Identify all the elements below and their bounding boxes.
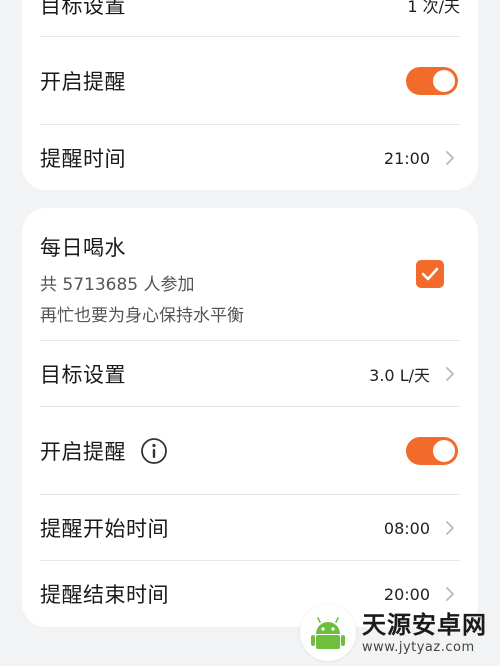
start-time-label: 提醒开始时间 bbox=[40, 517, 169, 541]
toggle-knob bbox=[433, 70, 455, 92]
divider bbox=[40, 36, 460, 37]
divider bbox=[40, 340, 460, 341]
start-time-row[interactable]: 提醒开始时间 08:00 bbox=[40, 510, 460, 546]
reminder-time-row[interactable]: 提醒时间 21:00 bbox=[40, 140, 460, 176]
reminder-toggle-row: 开启提醒 bbox=[40, 60, 460, 102]
info-icon[interactable] bbox=[140, 437, 168, 465]
watermark-title: 天源安卓网 bbox=[362, 611, 487, 639]
chevron-right-icon bbox=[446, 151, 454, 165]
reminder-toggle[interactable] bbox=[406, 67, 458, 95]
chevron-right-icon bbox=[446, 367, 454, 381]
divider bbox=[40, 124, 460, 125]
divider bbox=[40, 494, 460, 495]
checkmark-icon bbox=[421, 267, 439, 281]
site-watermark: 天源安卓网 www.jytyaz.com bbox=[300, 600, 500, 666]
goal-setting-row[interactable]: 目标设置 1 次/天 bbox=[40, 0, 460, 20]
goal-setting-label: 目标设置 bbox=[40, 0, 126, 18]
reminder-toggle[interactable] bbox=[406, 437, 458, 465]
goal-setting-value: 1 次/天 bbox=[407, 0, 460, 16]
end-time-label: 提醒结束时间 bbox=[40, 583, 169, 607]
toggle-knob bbox=[433, 440, 455, 462]
habit-checkbox[interactable] bbox=[416, 260, 444, 288]
water-habit-card: 每日喝水 共 5713685 人参加 再忙也要为身心保持水平衡 目标设置 3.0… bbox=[22, 208, 478, 627]
android-logo-icon bbox=[300, 605, 356, 661]
habit-info: 每日喝水 共 5713685 人参加 再忙也要为身心保持水平衡 bbox=[40, 232, 244, 326]
reminder-time-label: 提醒时间 bbox=[40, 147, 126, 171]
exercise-habit-card: 目标设置 1 次/天 开启提醒 提醒时间 21:00 bbox=[22, 0, 478, 190]
reminder-time-value: 21:00 bbox=[383, 148, 430, 168]
chevron-right-icon bbox=[446, 521, 454, 535]
reminder-label: 开启提醒 bbox=[40, 70, 126, 94]
goal-setting-label: 目标设置 bbox=[40, 363, 126, 387]
goal-setting-value: 3.0 L/天 bbox=[369, 366, 430, 385]
start-time-value: 08:00 bbox=[383, 518, 430, 538]
divider bbox=[40, 406, 460, 407]
habit-title: 每日喝水 bbox=[40, 236, 126, 260]
reminder-toggle-row: 开启提醒 bbox=[40, 430, 460, 472]
habit-description: 再忙也要为身心保持水平衡 bbox=[40, 306, 244, 326]
goal-setting-row[interactable]: 目标设置 3.0 L/天 bbox=[40, 356, 460, 392]
android-robot-icon bbox=[311, 617, 345, 649]
divider bbox=[40, 560, 460, 561]
participant-count: 共 5713685 人参加 bbox=[40, 275, 195, 295]
reminder-label: 开启提醒 bbox=[40, 440, 126, 464]
watermark-url: www.jytyaz.com bbox=[362, 640, 475, 655]
